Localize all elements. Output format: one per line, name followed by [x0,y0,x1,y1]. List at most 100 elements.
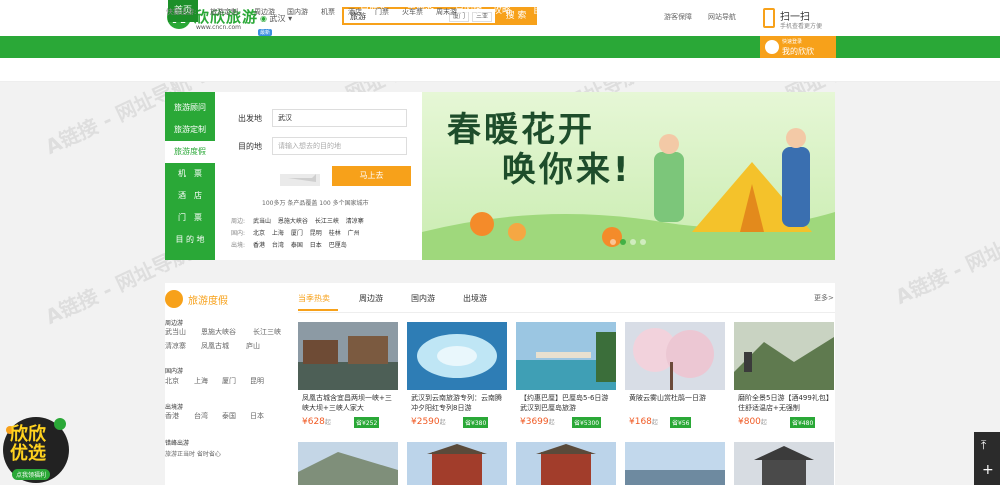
side-item-tickets[interactable]: 门 票 [165,207,215,229]
nav-self-drive[interactable]: 自驾游 [533,0,560,22]
tag-row-outbound: 出境: 香港 台湾 泰国 日本 巴厘岛 [231,242,347,249]
quick-link[interactable]: 机票 [321,7,335,17]
tag-link[interactable]: 厦门 [291,230,303,237]
product-card[interactable]: 【约惠巴厘】巴厘岛5-6日游 武汉到巴厘岛旅游 ¥3699起 省¥5300 [516,322,616,432]
more-link[interactable]: 更多> [814,293,834,303]
tag-row-domestic: 国内: 北京 上海 厦门 昆明 桂林 广州 [231,230,360,237]
filter-head: 出境游 [165,404,184,411]
go-button[interactable]: 马上去 [332,166,411,186]
tag-link[interactable]: 广州 [348,230,360,237]
side-item-flights[interactable]: 机 票 [165,163,215,185]
scan-subtitle: 手机查看更方便 [780,23,823,30]
back-to-top-icon[interactable]: ⤒ [981,438,986,453]
tag-link[interactable]: 巴厘岛 [329,242,347,249]
tag-link[interactable]: 昆明 [310,230,322,237]
card-price: ¥800起 [738,417,767,427]
logo-url: www.cncn.com [196,24,242,31]
filter-item[interactable]: 恩施大峡谷 [201,327,236,337]
side-item-destination[interactable]: 目 的 地 [165,229,215,251]
side-item-hotels[interactable]: 酒 店 [165,185,215,207]
card-image[interactable] [516,442,616,485]
carousel-dot[interactable] [640,239,646,245]
card-image [407,322,507,390]
filter-item[interactable]: 厦门 [222,376,236,386]
filter-item[interactable]: 上海 [194,376,208,386]
tag-link[interactable]: 日本 [310,242,322,249]
promo-corner-button[interactable]: 点我领福利 [12,469,51,480]
from-field[interactable]: 武汉 [272,109,407,127]
product-card[interactable]: 凤凰古城含宜昌两坝一峡+三峡大坝+三峡人家大 ¥628起 省¥252 [298,322,398,432]
filter-item[interactable]: 凤凰古城 [201,341,229,351]
tag-link[interactable]: 桂林 [329,230,341,237]
filter-head: 错峰出游 [165,440,190,447]
card-title: 磨阶全景5日游【酒499礼包】住舒适温店+无强制 [738,394,833,412]
quick-link[interactable]: 旅游定制 [210,7,238,17]
site-nav-link[interactable]: 网站导航 [708,12,736,22]
tag-link[interactable]: 长江三峡 [315,218,339,225]
stats-text: 100多万 条产品覆盖 100 多个国家城市 [262,200,369,207]
filter-item[interactable]: 昆明 [250,376,264,386]
guarantee-link[interactable]: 游客保障 [664,12,692,22]
filter-item[interactable]: 清凉寨 [165,341,186,351]
tag-link[interactable]: 上海 [272,230,284,237]
user-login-box[interactable]: 快速登录 我的欣欣 [760,36,836,58]
filter-item[interactable]: 北京 [165,376,179,386]
quick-link[interactable]: 火车票 [402,7,423,17]
tag-link[interactable]: 台湾 [272,242,284,249]
filter-item[interactable]: 日本 [250,411,264,421]
quick-link[interactable]: 门票 [375,7,389,17]
from-label: 出发地 [238,114,262,123]
filter-item[interactable]: 武当山 [165,327,186,337]
promo-banner[interactable]: 春暖花开 唤你来! [422,92,835,260]
tag-link[interactable]: 武当山 [253,218,271,225]
filter-item[interactable]: 台湾 [194,411,208,421]
carousel-dot[interactable] [610,239,616,245]
user-line2: 我的欣欣 [782,47,814,56]
saving-badge: 省¥252 [354,417,380,428]
quick-link[interactable]: 周末游 [436,7,457,17]
filter-item[interactable]: 旅游正当时 省时省心 [165,449,221,458]
card-title: 武汉到云南旅游专列：云南腾冲夕阳红专列8日游 [411,394,502,412]
card-image [516,322,616,390]
side-item-advisor[interactable]: 旅游顾问 [165,97,215,119]
product-card[interactable]: 磨阶全景5日游【酒499礼包】住舒适温店+无强制 ¥800起 省¥480 [734,322,834,432]
card-image [734,322,834,390]
tab-nearby[interactable]: 周边游 [359,293,383,304]
tab-outbound[interactable]: 出境游 [463,293,487,304]
card-price: ¥2590起 [411,417,446,427]
carousel-dot-active[interactable] [620,239,626,245]
card-image[interactable] [298,442,398,485]
tab-hot[interactable]: 当季热卖 [298,293,330,304]
card-title: 黄陂云雾山赏杜鹃一日游 [629,394,706,402]
tag-link[interactable]: 恩施大峡谷 [278,218,308,225]
card-image[interactable] [734,442,834,485]
filter-item[interactable]: 长江三峡 [253,327,281,337]
carousel-dot[interactable] [630,239,636,245]
card-price: ¥3699起 [520,417,555,427]
quick-link[interactable]: 周边游 [254,7,275,17]
promo-corner-text[interactable]: 欣欣 优选 [10,425,46,463]
quick-link[interactable]: 国内游 [287,7,308,17]
saving-badge: 省¥380 [463,417,489,428]
tab-domestic[interactable]: 国内游 [411,293,435,304]
tag-link[interactable]: 北京 [253,230,265,237]
filter-item[interactable]: 庐山 [246,341,260,351]
card-image[interactable] [625,442,725,485]
quick-link[interactable]: 酒店 [348,7,362,17]
to-field[interactable]: 请输入想去的目的地 [272,137,407,155]
nav-guides[interactable]: 攻略 [493,0,511,22]
saving-badge: 省¥5300 [572,417,602,428]
card-image[interactable] [407,442,507,485]
product-card[interactable]: 武汉到云南旅游专列：云南腾冲夕阳红专列8日游 ¥2590起 省¥380 [407,322,507,432]
filter-item[interactable]: 香港 [165,411,179,421]
filter-item[interactable]: 泰国 [222,411,236,421]
side-item-custom[interactable]: 旅游定制 [165,119,215,141]
tag-link[interactable]: 香港 [253,242,265,249]
banner-headline-2: 唤你来! [502,150,632,190]
tag-link[interactable]: 清凉寨 [346,218,364,225]
nav-destination[interactable]: 目的地 [455,0,482,22]
product-card[interactable]: 黄陂云雾山赏杜鹃一日游 ¥168起 省¥56 [625,322,725,432]
plus-icon[interactable]: + [982,462,994,478]
tag-link[interactable]: 泰国 [291,242,303,249]
side-item-vacation[interactable]: 旅游度假 [165,141,215,163]
